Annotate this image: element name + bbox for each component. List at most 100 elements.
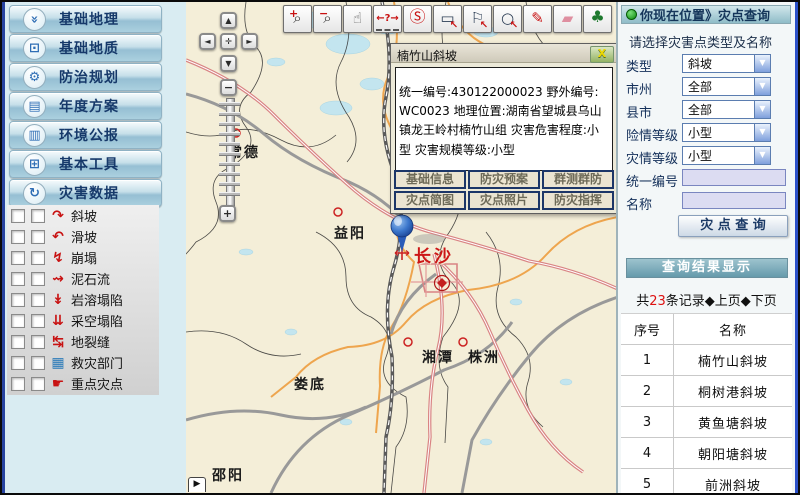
minus-icon: − <box>224 81 233 94</box>
table-row[interactable]: 4 朝阳塘斜坡 <box>621 438 792 469</box>
group-monitoring-button[interactable]: 群测群防 <box>542 170 614 189</box>
disaster-point-popup: 楠竹山斜坡 X 统一编号:430122000023 野外编号:WC0023 地理… <box>390 43 618 214</box>
eraser-button[interactable]: ▰ <box>553 5 582 33</box>
ground-fissure-icon: ↹ <box>46 334 70 350</box>
table-row[interactable]: 3 黄鱼塘斜坡 <box>621 407 792 438</box>
pan-down-button[interactable]: ▼ <box>220 55 237 72</box>
table-row[interactable]: 1 楠竹山斜坡 <box>621 345 792 376</box>
tree-icon: ♣ <box>584 8 611 26</box>
chevron-down-icon[interactable]: ▼ <box>754 78 770 95</box>
layer-checkbox[interactable] <box>11 293 25 307</box>
results-table: 序号 名称 1 楠竹山斜坡 2 桐树港斜坡 3 黄鱼塘斜坡 4 朝阳塘斜坡 5 … <box>621 313 792 495</box>
layer-checkbox[interactable] <box>31 356 45 370</box>
chevrons-down-icon: » <box>23 8 46 31</box>
measure-distance-button[interactable]: ←?→ <box>373 5 402 33</box>
city-label-yiyang: 益阳 <box>334 223 366 243</box>
measure-icon: ←?→ <box>374 10 401 31</box>
layer-checkbox[interactable] <box>31 377 45 391</box>
overview-arrow-button[interactable]: ▶ <box>188 477 206 492</box>
layer-checkbox[interactable] <box>11 209 25 223</box>
sidebar-item-environment-bulletin[interactable]: ▥环境公报 <box>9 121 162 149</box>
layer-row-key-disaster-point: ☛重点灾点 <box>7 373 159 394</box>
county-select[interactable]: 全部▼ <box>682 100 771 119</box>
chevron-down-icon[interactable]: ▼ <box>754 55 770 72</box>
sidebar-item-annual-plan[interactable]: ▤年度方案 <box>9 92 162 120</box>
arrow-down-icon: ▼ <box>225 59 231 68</box>
site-photo-button[interactable]: 灾点照片 <box>468 191 540 210</box>
sidebar-item-prevention-planning[interactable]: ⚙防治规划 <box>9 63 162 91</box>
zoom-in-step-button[interactable]: + <box>219 205 236 222</box>
sidebar-item-basic-tools[interactable]: ⊞基本工具 <box>9 150 162 178</box>
uid-input[interactable] <box>682 169 786 186</box>
layer-row-landslide: ↶滑坡 <box>7 226 159 247</box>
form-row-disaster-level: 灾情等级 小型▼ <box>626 148 792 168</box>
sidebar-item-basic-geology[interactable]: ⊡基础地质 <box>9 34 162 62</box>
layer-checkbox[interactable] <box>11 335 25 349</box>
sidebar-item-disaster-data[interactable]: ↻灾害数据 <box>9 179 162 207</box>
disaster-command-button[interactable]: 防灾指挥 <box>542 191 614 210</box>
basic-info-button[interactable]: 基础信息 <box>394 170 466 189</box>
layer-checkbox[interactable] <box>31 230 45 244</box>
zoom-slider-ticks[interactable] <box>219 102 240 202</box>
select-circle-button[interactable]: ○↖ <box>493 5 522 33</box>
danger-level-select[interactable]: 小型▼ <box>682 123 771 142</box>
disaster-level-select[interactable]: 小型▼ <box>682 146 771 165</box>
layer-checkbox[interactable] <box>11 272 25 286</box>
layer-checkbox[interactable] <box>11 230 25 244</box>
table-header-row: 序号 名称 <box>621 314 792 345</box>
field-label: 险情等级 <box>626 129 678 144</box>
layer-checkbox[interactable] <box>11 356 25 370</box>
query-submit-button[interactable]: 灾 点 查 询 <box>678 215 788 237</box>
layer-checkbox[interactable] <box>31 293 45 307</box>
arrow-icon: ▶ <box>194 479 201 489</box>
layer-checkbox[interactable] <box>31 272 45 286</box>
pagination: 共23条记录◆上页◆下页 <box>618 290 795 309</box>
key-disaster-point-icon: ☛ <box>46 376 70 392</box>
layer-checkbox[interactable] <box>11 377 25 391</box>
prevention-plan-button[interactable]: 防灾预案 <box>468 170 540 189</box>
zoom-out-step-button[interactable]: − <box>220 79 237 96</box>
table-row[interactable]: 2 桐树港斜坡 <box>621 376 792 407</box>
pan-button[interactable]: ☝ <box>343 5 372 33</box>
select-polygon-button[interactable]: ⚐↖ <box>463 5 492 33</box>
site-sketch-button[interactable]: 灾点简图 <box>394 191 466 210</box>
scale-s-icon: Ⓢ <box>404 8 431 26</box>
layer-row-debris-flow: ⇝泥石流 <box>7 268 159 289</box>
field-label: 市州 <box>626 83 652 98</box>
layer-checkbox[interactable] <box>31 209 45 223</box>
pan-left-button[interactable]: ◄ <box>199 33 216 50</box>
zoom-in-button[interactable]: ⌕+ <box>283 5 312 33</box>
close-icon[interactable]: X <box>590 46 614 63</box>
debris-flow-icon: ⇝ <box>46 271 70 287</box>
layer-checkbox[interactable] <box>11 251 25 265</box>
layer-checkbox[interactable] <box>31 251 45 265</box>
sidebar-item-basic-geography[interactable]: »基础地理 <box>9 5 162 33</box>
zoom-out-button[interactable]: ⌕− <box>313 5 342 33</box>
layer-checkbox[interactable] <box>31 335 45 349</box>
full-extent-button[interactable]: ♣ <box>583 5 612 33</box>
prefecture-select[interactable]: 全部▼ <box>682 77 771 96</box>
draw-marker-button[interactable]: ✎ <box>523 5 552 33</box>
toolbox-icon: ⊞ <box>23 153 46 176</box>
left-sidebar: »基础地理 ⊡基础地质 ⚙防治规划 ▤年度方案 ▥环境公报 ⊞基本工具 ↻灾害数… <box>2 2 186 493</box>
chevron-down-icon[interactable]: ▼ <box>754 147 770 164</box>
prev-page-link[interactable]: ◆上页 <box>705 294 741 309</box>
pan-up-button[interactable]: ▲ <box>220 12 237 29</box>
layer-checkbox[interactable] <box>11 314 25 328</box>
city-label-changsha: 长沙 <box>414 242 454 267</box>
pan-right-button[interactable]: ► <box>241 33 258 50</box>
pan-center-button[interactable]: ✛ <box>220 33 237 50</box>
name-input[interactable] <box>682 192 786 209</box>
layer-checkbox[interactable] <box>31 314 45 328</box>
chevron-down-icon[interactable]: ▼ <box>754 101 770 118</box>
scale-button[interactable]: Ⓢ <box>403 5 432 33</box>
next-page-link[interactable]: ◆下页 <box>741 294 777 309</box>
disaster-data-icon: ↻ <box>23 182 46 205</box>
chevron-down-icon[interactable]: ▼ <box>754 124 770 141</box>
field-label: 县市 <box>626 106 652 121</box>
table-row[interactable]: 5 前洲斜坡 <box>621 469 792 495</box>
type-select[interactable]: 斜坡▼ <box>682 54 771 73</box>
breadcrumb: 你现在位置》 灾点查询 <box>621 5 791 24</box>
select-rectangle-button[interactable]: ▭↖ <box>433 5 462 33</box>
map-canvas[interactable]: 常德 益阳 长沙 湘潭 株洲 娄底 邵阳 ⌕+ ⌕− ☝ ←?→ Ⓢ ▭↖ ⚐↖… <box>186 2 618 493</box>
